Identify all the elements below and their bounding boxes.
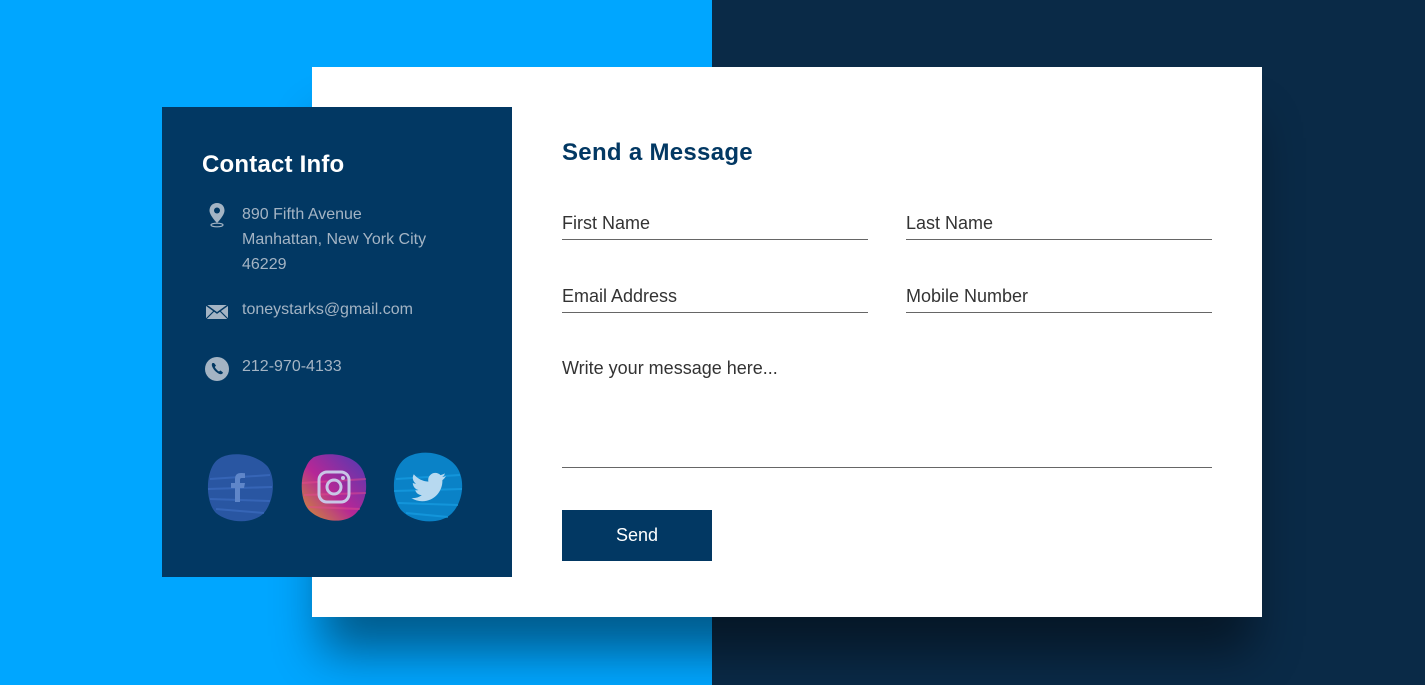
facebook-button[interactable] — [202, 449, 278, 527]
contact-info-title: Contact Info — [202, 151, 345, 178]
phone-row: 212-970-4133 — [202, 354, 342, 384]
last-name-field[interactable] — [906, 207, 1212, 240]
mobile-number-field[interactable] — [906, 280, 1212, 313]
email-link[interactable]: toneystarks@gmail.com — [242, 297, 413, 322]
social-links — [202, 449, 466, 527]
address-line-3: 46229 — [242, 256, 287, 273]
instagram-icon — [301, 454, 367, 521]
message-field[interactable] — [562, 354, 1212, 468]
facebook-icon — [207, 454, 273, 522]
address-text: 890 Fifth Avenue Manhattan, New York Cit… — [242, 202, 426, 277]
location-pin-icon — [202, 202, 232, 232]
email-row: toneystarks@gmail.com — [202, 297, 413, 327]
mail-icon — [202, 297, 232, 327]
twitter-button[interactable] — [390, 449, 466, 527]
first-name-field[interactable] — [562, 207, 868, 240]
instagram-button[interactable] — [296, 449, 372, 527]
send-button[interactable]: Send — [562, 510, 712, 561]
address-line-1: 890 Fifth Avenue — [242, 206, 362, 223]
twitter-icon — [393, 452, 463, 522]
phone-icon — [202, 354, 232, 384]
phone-link[interactable]: 212-970-4133 — [242, 354, 342, 379]
contact-info-card: Contact Info 890 Fifth Avenue Manhattan,… — [162, 107, 512, 577]
email-field[interactable] — [562, 280, 868, 313]
form-title: Send a Message — [562, 139, 753, 166]
address-line-2: Manhattan, New York City — [242, 231, 427, 248]
address-row: 890 Fifth Avenue Manhattan, New York Cit… — [202, 202, 426, 277]
